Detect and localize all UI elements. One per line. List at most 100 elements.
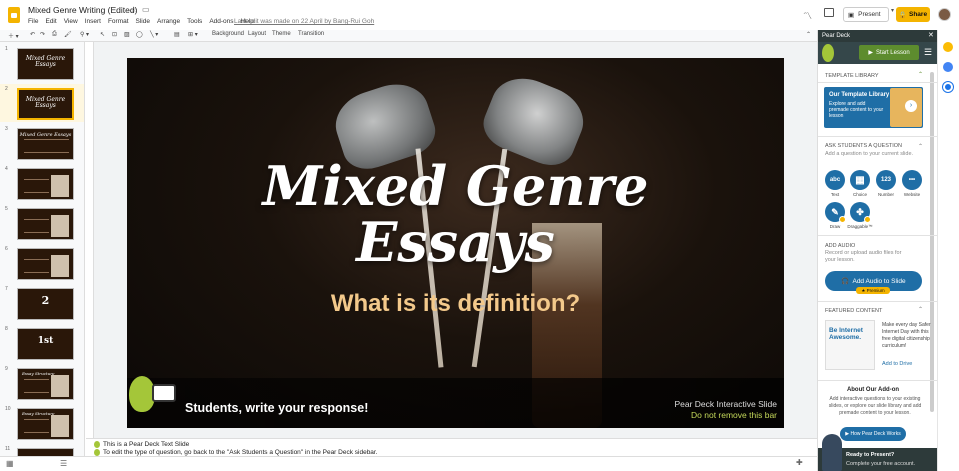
menu-file[interactable]: File bbox=[28, 18, 38, 25]
slide-thumbnail[interactable]: 4 bbox=[0, 164, 84, 202]
comment-icon[interactable]: ▤ bbox=[174, 31, 180, 38]
menu-addons[interactable]: Add-ons bbox=[209, 18, 233, 25]
slide-title-line: Mixed Genre bbox=[262, 154, 649, 218]
slide-thumbnail[interactable]: 6 bbox=[0, 244, 84, 282]
lock-icon: 🔒 bbox=[898, 11, 907, 19]
sidebar-scrollbar[interactable] bbox=[930, 72, 934, 412]
tasks-icon[interactable] bbox=[943, 62, 953, 72]
featured-content-heading[interactable]: FEATURED CONTENT bbox=[825, 308, 882, 314]
slide-number: 3 bbox=[5, 126, 8, 132]
theme-button[interactable]: Theme bbox=[272, 31, 291, 37]
menu-bar: File Edit View Insert Format Slide Arran… bbox=[28, 18, 254, 25]
layout-button[interactable]: Layout bbox=[248, 31, 266, 37]
menu-arrange[interactable]: Arrange bbox=[157, 18, 180, 25]
pear-icon bbox=[94, 449, 100, 456]
number-question-button[interactable]: 123 bbox=[876, 170, 896, 190]
paint-format-icon[interactable]: 🖌 bbox=[64, 31, 72, 38]
print-icon[interactable]: ⎙ bbox=[52, 31, 57, 38]
zoom-icon[interactable]: ⚲ ▾ bbox=[80, 31, 89, 38]
chevron-up-icon[interactable]: ⌃ bbox=[918, 143, 923, 150]
line-icon[interactable]: ╲ ▾ bbox=[150, 31, 158, 38]
template-library-heading[interactable]: TEMPLATE LIBRARY bbox=[825, 73, 879, 79]
slide-thumbnail[interactable]: 5 bbox=[0, 204, 84, 242]
activity-dashboard-icon[interactable]: 〽 bbox=[803, 9, 812, 22]
close-icon[interactable]: ✕ bbox=[928, 31, 934, 39]
menu-tools[interactable]: Tools bbox=[187, 18, 202, 25]
share-label: Share bbox=[909, 11, 928, 18]
slide-number: 6 bbox=[5, 246, 8, 252]
transition-button[interactable]: Transition bbox=[298, 31, 324, 37]
chevron-up-icon[interactable]: ⌃ bbox=[918, 306, 923, 313]
slide-subtitle[interactable]: What is its definition? bbox=[127, 290, 784, 318]
avatar[interactable] bbox=[938, 8, 951, 21]
slide-number: 10 bbox=[5, 406, 11, 412]
new-slide-icon[interactable]: ＋ ▾ bbox=[8, 31, 19, 40]
slide-canvas[interactable]: Mixed Genre Essays What is its definitio… bbox=[127, 58, 784, 428]
vertical-ruler[interactable] bbox=[86, 42, 94, 438]
move-folder-icon[interactable]: ▭ bbox=[142, 5, 150, 14]
be-internet-awesome-image[interactable]: Be Internet Awesome. bbox=[825, 320, 875, 370]
hamburger-menu-icon[interactable]: ☰ bbox=[924, 47, 932, 58]
how-pear-deck-works-button[interactable]: ▶ How Pear Deck Works bbox=[840, 427, 906, 441]
slide-thumbnail[interactable]: 8 1st bbox=[0, 324, 84, 362]
website-button[interactable]: ••• bbox=[902, 170, 922, 190]
slide-number: 2 bbox=[5, 86, 8, 92]
star-icon[interactable]: ☆ bbox=[130, 5, 137, 14]
note-line: To edit the type of question, go back to… bbox=[94, 449, 378, 456]
speaker-notes[interactable]: This is a Pear Deck Text Slide To edit t… bbox=[86, 438, 817, 456]
filmstrip-view-icon[interactable]: ☰ bbox=[60, 459, 67, 468]
textbox-icon[interactable]: ⊡ bbox=[112, 31, 117, 38]
more-icon[interactable]: ⊞ ▾ bbox=[188, 31, 198, 38]
grid-view-icon[interactable]: ▦ bbox=[6, 459, 14, 468]
background-button[interactable]: Background bbox=[212, 31, 244, 37]
slide-number: 4 bbox=[5, 166, 8, 172]
menu-edit[interactable]: Edit bbox=[45, 18, 56, 25]
chevron-up-icon[interactable]: ⌃ bbox=[918, 71, 923, 78]
comment-history-icon[interactable] bbox=[824, 8, 834, 17]
thumb-title: Mixed Genre Essays bbox=[19, 132, 72, 138]
menu-view[interactable]: View bbox=[64, 18, 78, 25]
ready-title: Ready to Present? bbox=[846, 452, 895, 458]
explore-icon[interactable]: ✚ bbox=[796, 458, 803, 467]
slide-thumbnail[interactable]: 10 Essay Structure bbox=[0, 404, 84, 442]
add-audio-sub: Record or upload audio files for bbox=[825, 250, 902, 256]
undo-icon[interactable]: ↶ bbox=[30, 31, 35, 38]
tl-card-text: Explore and add premade content to your … bbox=[829, 101, 884, 119]
text-question-button[interactable]: abc bbox=[825, 170, 845, 190]
premium-badge-icon bbox=[864, 216, 871, 223]
slide-thumbnail[interactable]: 11 bbox=[0, 444, 84, 456]
side-panel-rail bbox=[937, 30, 959, 471]
slide-number: 11 bbox=[5, 446, 11, 452]
present-button[interactable]: ▣ Present bbox=[843, 7, 889, 22]
menu-format[interactable]: Format bbox=[108, 18, 129, 25]
slide-thumbnail[interactable]: 1 Mixed Genre Essays bbox=[0, 44, 84, 82]
add-audio-sub: your lesson. bbox=[825, 257, 855, 263]
shape-icon[interactable]: ◯ bbox=[136, 31, 143, 38]
redo-icon[interactable]: ↷ bbox=[40, 31, 45, 38]
note-text: To edit the type of question, go back to… bbox=[103, 449, 378, 456]
tl-card-title: Our Template Library bbox=[829, 92, 890, 98]
slide-thumbnail-selected[interactable]: 2 Mixed Genre Essays bbox=[0, 84, 84, 122]
add-to-drive-link[interactable]: Add to Drive bbox=[882, 361, 912, 367]
slides-logo-icon[interactable] bbox=[8, 7, 20, 23]
slide-title[interactable]: Mixed Genre Essays bbox=[127, 158, 784, 270]
slide-thumbnail[interactable]: 3 Mixed Genre Essays bbox=[0, 124, 84, 162]
select-icon[interactable]: ↖ bbox=[100, 31, 105, 38]
question-label: Draggable™ bbox=[847, 224, 873, 229]
menu-slide[interactable]: Slide bbox=[136, 18, 150, 25]
calendar-icon[interactable] bbox=[943, 82, 953, 92]
start-lesson-button[interactable]: ▶ Start Lesson bbox=[859, 45, 919, 60]
document-title[interactable]: Mixed Genre Writing (Edited) bbox=[28, 5, 137, 15]
keep-icon[interactable] bbox=[943, 42, 953, 52]
last-edit-link[interactable]: Last edit was made on 22 April by Bang-R… bbox=[234, 18, 374, 25]
share-button[interactable]: 🔒 Share bbox=[896, 7, 930, 22]
menu-insert[interactable]: Insert bbox=[85, 18, 101, 25]
choice-question-button[interactable]: ▦ bbox=[850, 170, 870, 190]
slide-thumbnail[interactable]: 7 2 bbox=[0, 284, 84, 322]
slide-number: 5 bbox=[5, 206, 8, 212]
arrow-right-icon[interactable]: › bbox=[905, 100, 917, 112]
image-icon[interactable]: ▨ bbox=[124, 31, 130, 38]
collapse-icon[interactable]: ⌃ bbox=[806, 31, 811, 38]
ask-question-heading[interactable]: ASK STUDENTS A QUESTION bbox=[825, 143, 902, 149]
slide-thumbnail[interactable]: 9 Essay Structure bbox=[0, 364, 84, 402]
